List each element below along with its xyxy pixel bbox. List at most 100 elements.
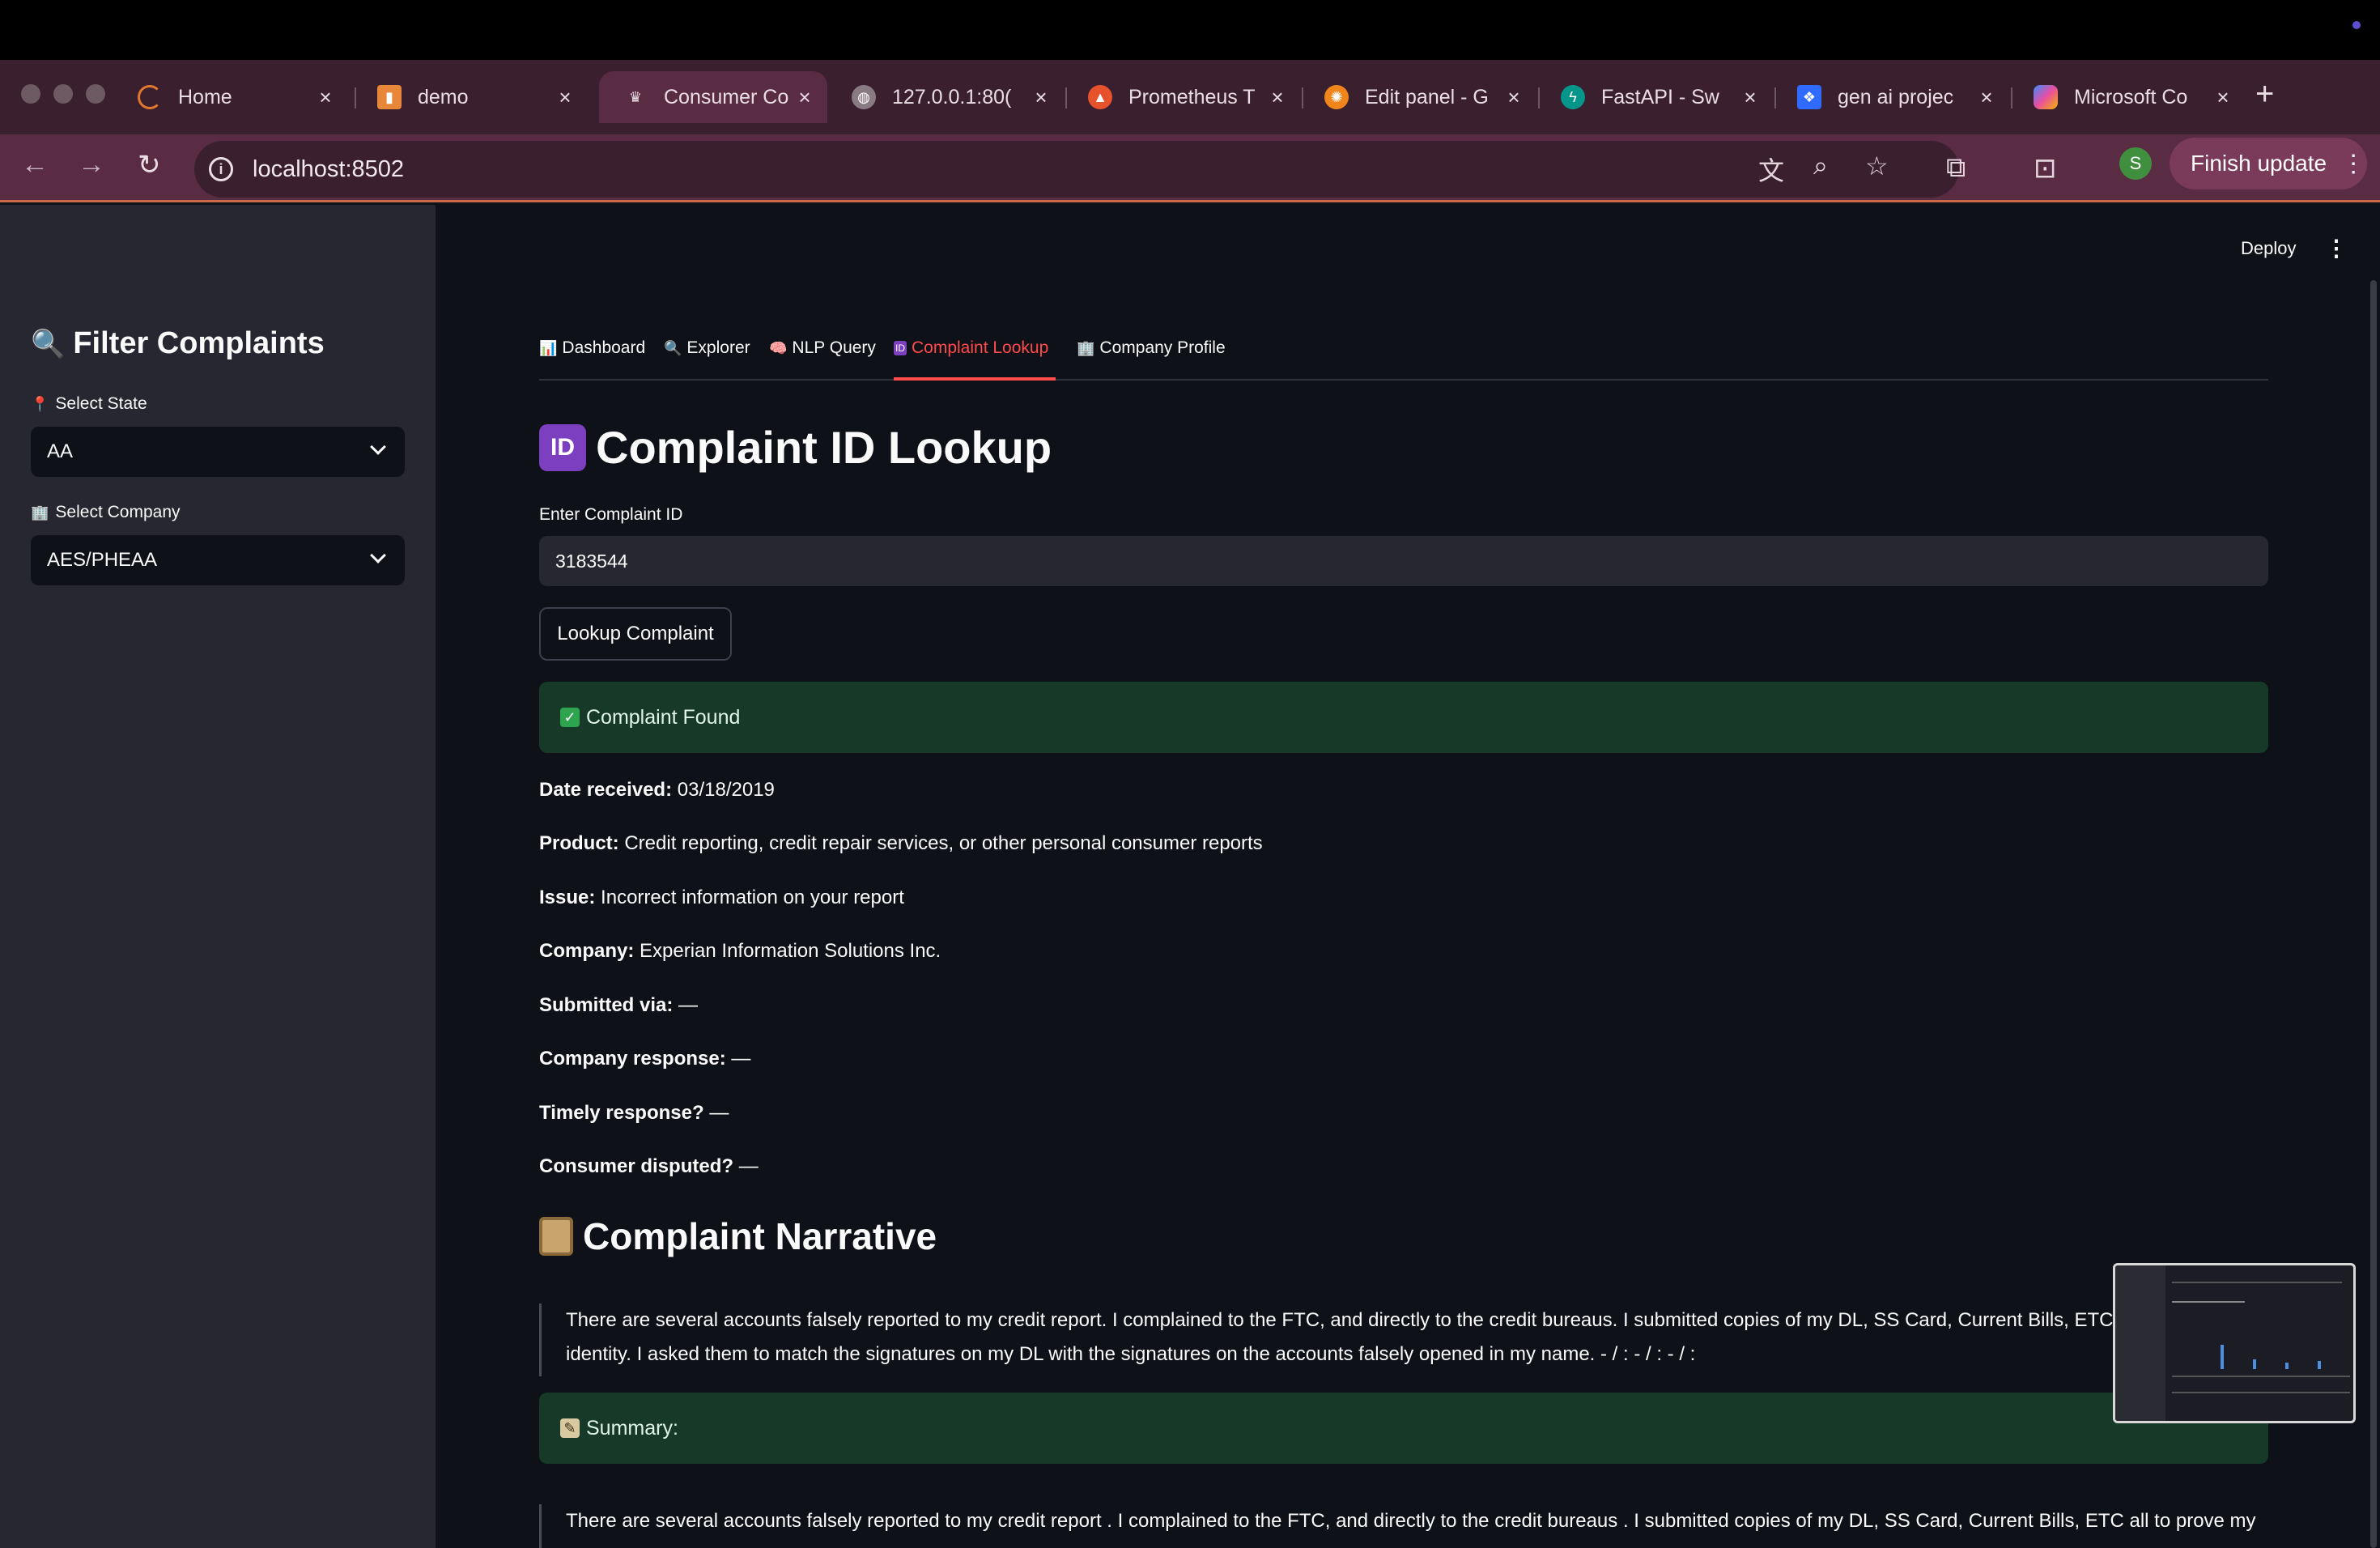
field-timely-response: Timely response? — — [539, 1102, 729, 1124]
tab-dashboard[interactable]: 📊 Dashboard — [539, 338, 645, 358]
close-tab-icon[interactable]: × — [1734, 85, 1766, 110]
browser-tab-copilot[interactable]: Microsoft Co × — [2009, 71, 2246, 123]
browser-toolbar: ← → ↻ i localhost:8502 文 ⌕ ☆ ⧉ ⊡ — [0, 134, 2380, 202]
id-icon: ID — [894, 341, 907, 355]
state-label: 📍 Select State — [31, 394, 147, 413]
site-info-icon[interactable]: i — [209, 157, 233, 181]
close-tab-icon[interactable]: × — [1025, 85, 1057, 110]
close-tab-icon[interactable]: × — [1970, 85, 2003, 110]
prometheus-icon: ▲ — [1088, 85, 1112, 109]
window-close-icon[interactable] — [21, 84, 40, 104]
complaint-id-label: Enter Complaint ID — [539, 505, 683, 524]
new-tab-button[interactable]: + — [2255, 76, 2274, 113]
scrollbar[interactable] — [2370, 280, 2377, 1548]
complaint-id-input[interactable]: 3183544 — [539, 536, 2268, 586]
address-bar[interactable]: i localhost:8502 — [194, 141, 1959, 198]
check-icon: ✓ — [560, 708, 580, 727]
building-icon: 🏢 — [31, 504, 49, 521]
tab-company-profile[interactable]: 🏢 Company Profile — [1077, 338, 1226, 358]
spinner-icon — [138, 85, 162, 109]
field-company: Company: Experian Information Solutions … — [539, 940, 941, 962]
narrative-heading: Complaint Narrative — [539, 1214, 937, 1258]
copilot-icon — [2034, 85, 2058, 109]
browser-tab-home[interactable]: Home × — [113, 71, 348, 123]
company-label: 🏢 Select Company — [31, 503, 181, 521]
browser-tab-consumer[interactable]: ♛ Consumer Co × — [599, 71, 827, 123]
id-icon: ID — [539, 423, 586, 471]
reload-icon[interactable]: ↻ — [138, 149, 161, 181]
tab-complaint-lookup[interactable]: ID Complaint Lookup — [894, 338, 1048, 358]
screen-preview-thumbnail[interactable] — [2113, 1263, 2356, 1423]
summary-alert: ✎ Summary: — [539, 1393, 2268, 1464]
sidebar-title: 🔍 Filter Complaints — [31, 326, 325, 360]
browser-tab-localhost[interactable]: ◍ 127.0.0.1:80( × — [827, 71, 1064, 123]
finish-update-button[interactable]: Finish update ⋮ — [2170, 138, 2367, 189]
narrative-line: There are several accounts falsely repor… — [566, 1309, 2139, 1331]
translate-icon[interactable]: 文 — [1758, 151, 1784, 188]
lookup-complaint-button[interactable]: Lookup Complaint — [539, 607, 732, 661]
globe-icon: ◍ — [852, 85, 876, 109]
narrative-line: identity. I asked them to match the sign… — [566, 1343, 1696, 1365]
more-vertical-icon: ⋮ — [2341, 150, 2366, 177]
building-icon: 🏢 — [1077, 339, 1095, 356]
window-zoom-icon[interactable] — [86, 84, 105, 104]
address-url[interactable]: localhost:8502 — [253, 156, 404, 183]
grafana-icon: ✺ — [1324, 85, 1349, 109]
close-tab-icon[interactable]: × — [788, 85, 821, 110]
state-select[interactable]: AA — [31, 427, 405, 477]
dropbox-icon: ❖ — [1797, 85, 1821, 109]
narrative-quote: There are several accounts falsely repor… — [539, 1303, 2268, 1376]
nav-tabs: 📊 Dashboard 🔍 Explorer 🧠 NLP Query ID Co… — [539, 327, 2268, 381]
summary-line: There are several accounts falsely repor… — [566, 1510, 2256, 1532]
tab-nlp-query[interactable]: 🧠 NLP Query — [769, 338, 876, 358]
sidebar: 🔍 Filter Complaints 📍 Select State AA 🏢 … — [0, 205, 436, 1548]
field-submitted-via: Submitted via: — — [539, 994, 699, 1016]
brain-icon: 🧠 — [769, 339, 788, 356]
finish-update-label: Finish update — [2191, 151, 2327, 176]
close-tab-icon[interactable]: × — [2207, 85, 2239, 110]
chevron-down-icon — [370, 547, 386, 563]
browser-tab-strip: Home × ▮ demo × ♛ Consumer Co × ◍ 127.0.… — [0, 60, 2380, 134]
fastapi-icon: ϟ — [1561, 85, 1585, 109]
streamlit-crown-icon: ♛ — [628, 88, 643, 105]
magnifier-icon: 🔍 — [664, 339, 682, 356]
back-arrow-icon[interactable]: ← — [21, 149, 49, 181]
pin-icon: 📍 — [31, 395, 49, 412]
close-tab-icon[interactable]: × — [549, 85, 581, 110]
window-minimize-icon[interactable] — [53, 84, 73, 104]
scroll-icon — [539, 1217, 573, 1256]
complaint-found-alert: ✓ Complaint Found — [539, 682, 2268, 753]
browser-tab-dropbox[interactable]: ❖ gen ai projec × — [1773, 71, 2009, 123]
bar-chart-icon: 📊 — [539, 339, 558, 356]
chevron-down-icon — [370, 439, 386, 455]
close-tab-icon[interactable]: × — [1498, 85, 1530, 110]
status-dot-icon — [2352, 21, 2361, 29]
browser-tab-grafana[interactable]: ✺ Edit panel - G × — [1300, 71, 1536, 123]
os-menu-bar — [0, 0, 2380, 60]
tab-explorer[interactable]: 🔍 Explorer — [664, 338, 750, 358]
browser-tab-fastapi[interactable]: ϟ FastAPI - Sw × — [1536, 71, 1773, 123]
page-title: ID Complaint ID Lookup — [539, 421, 1052, 474]
close-tab-icon[interactable]: × — [309, 85, 342, 110]
extensions-icon[interactable]: ⧉ — [1946, 152, 1966, 184]
zoom-icon[interactable]: ⌕ — [1813, 151, 1828, 181]
bookmark-star-icon[interactable]: ☆ — [1865, 151, 1889, 181]
close-tab-icon[interactable]: × — [1261, 85, 1294, 110]
profile-avatar[interactable]: S — [2119, 147, 2152, 180]
field-consumer-disputed: Consumer disputed? — — [539, 1155, 759, 1177]
field-date-received: Date received: 03/18/2019 — [539, 779, 775, 801]
memo-icon: ✎ — [560, 1418, 580, 1438]
book-icon: ▮ — [377, 85, 402, 109]
forward-arrow-icon[interactable]: → — [78, 149, 105, 181]
summary-quote: There are several accounts falsely repor… — [539, 1504, 2268, 1548]
tab-search-icon[interactable]: ⊡ — [2034, 152, 2057, 185]
browser-tab-demo[interactable]: ▮ demo × — [353, 71, 588, 123]
browser-tab-prometheus[interactable]: ▲ Prometheus T × — [1064, 71, 1300, 123]
magnifier-icon: 🔍 — [31, 328, 66, 359]
main-menu-icon[interactable]: ⋮ — [2325, 235, 2348, 262]
deploy-button[interactable]: Deploy — [2241, 238, 2296, 259]
company-select[interactable]: AES/PHEAA — [31, 535, 405, 585]
field-issue: Issue: Incorrect information on your rep… — [539, 887, 904, 908]
field-company-response: Company response: — — [539, 1048, 751, 1070]
active-tab-indicator — [894, 377, 1056, 381]
